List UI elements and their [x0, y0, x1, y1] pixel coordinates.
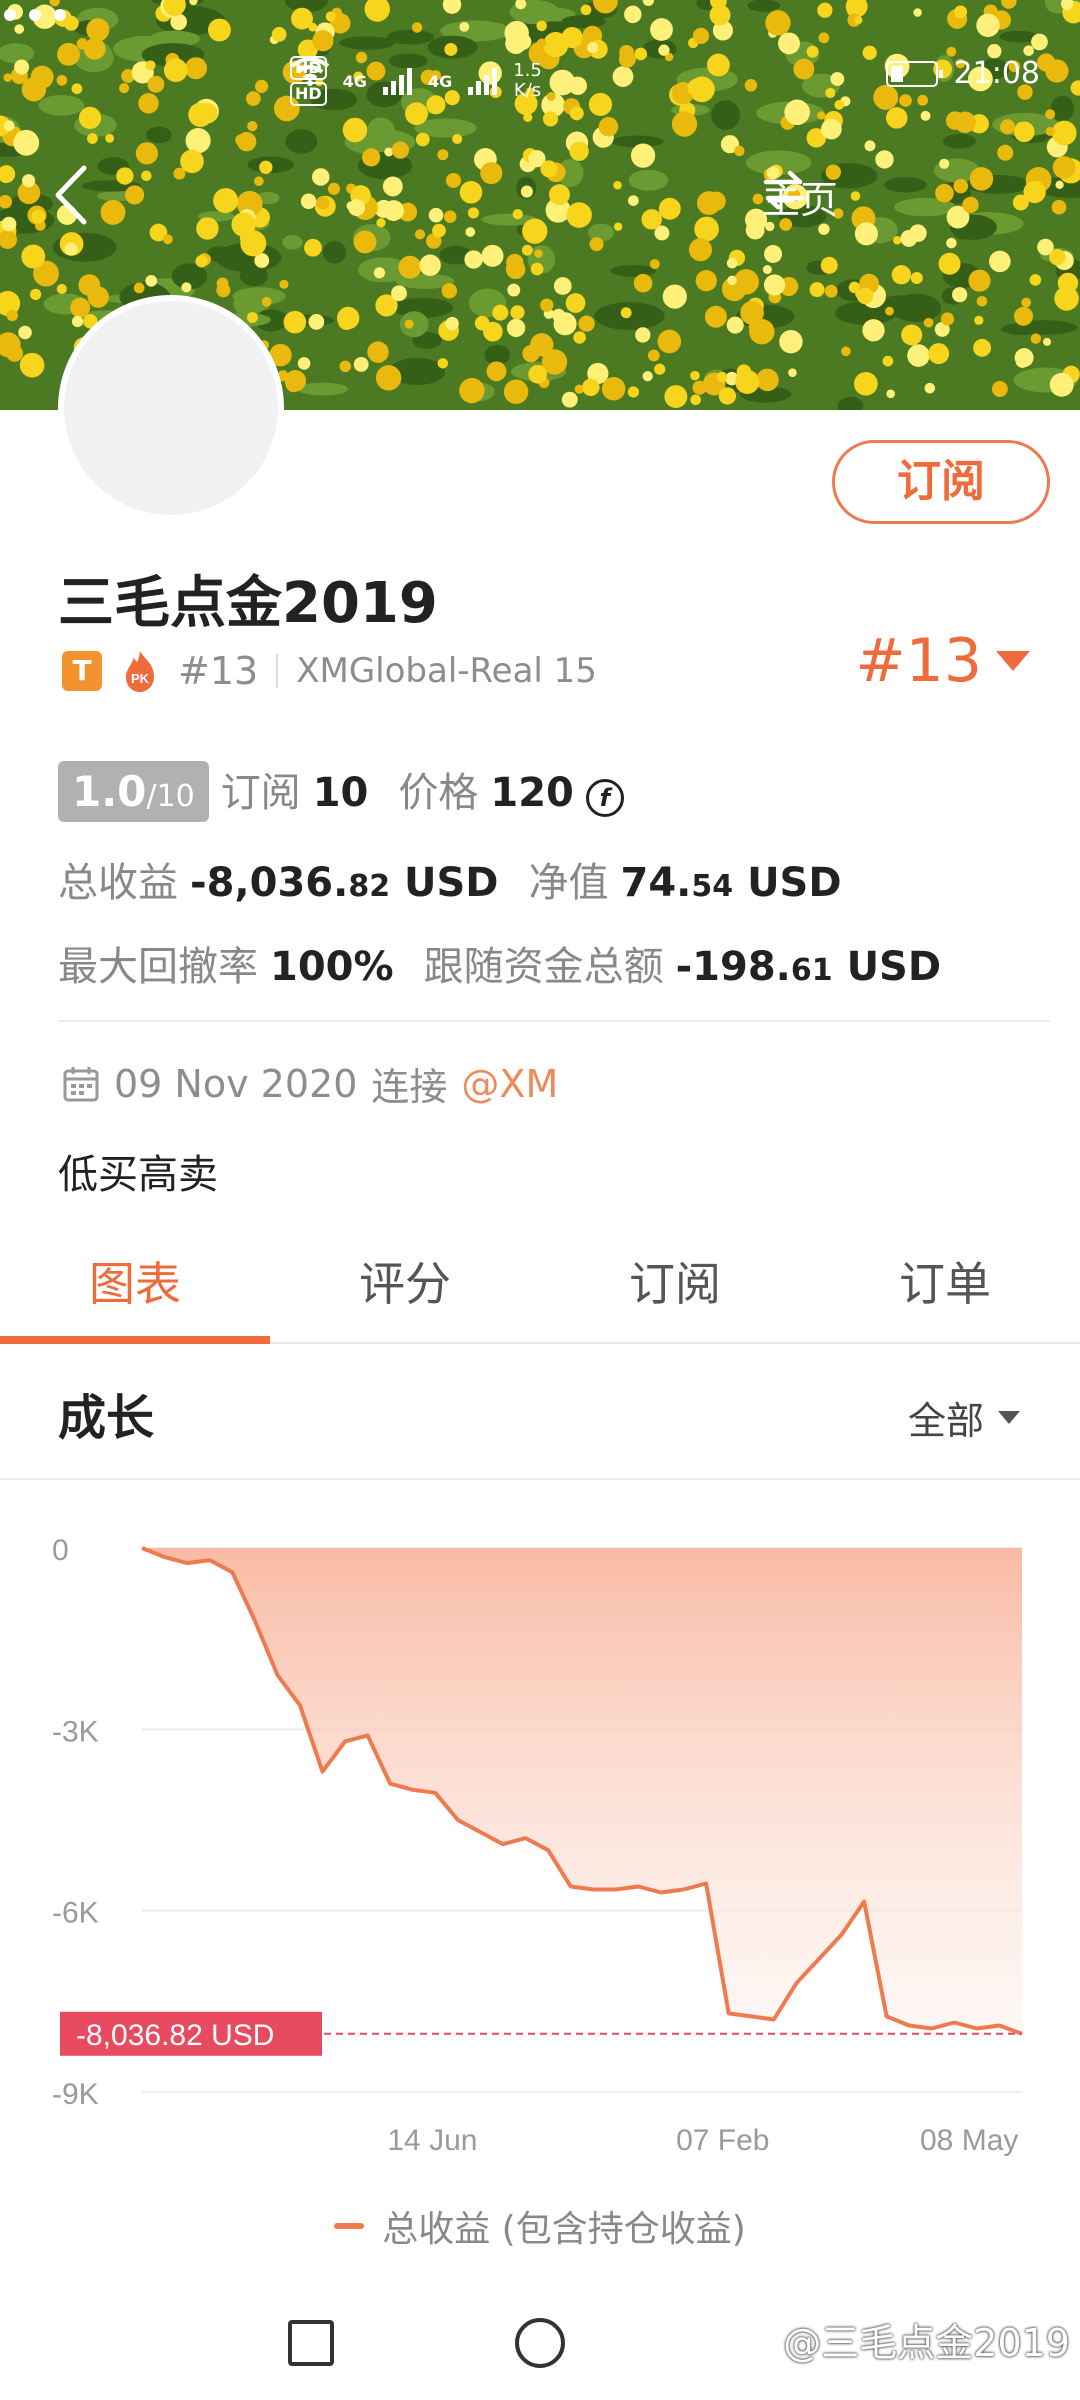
score-badge: 1.0/10	[58, 761, 209, 822]
pk-badge-text: PK	[131, 671, 150, 686]
y-tick-label: -9K	[52, 2078, 99, 2111]
speed-value: 1.5	[513, 60, 542, 81]
net-value-label: 净值	[528, 860, 609, 906]
clock: 21:08	[953, 56, 1040, 91]
y-tick-label: 0	[52, 1534, 69, 1567]
wifi-icon	[290, 57, 330, 86]
x-tick-label: 07 Feb	[676, 2124, 769, 2157]
more-icon[interactable]	[0, 0, 70, 30]
divider	[0, 1478, 1080, 1480]
growth-title: 成长	[58, 1390, 155, 1446]
subscribe-count: 10	[312, 770, 369, 816]
total-profit-value: -8,036.82 USD	[190, 860, 499, 906]
growth-chart: 0 -3K -6K -9K -8,036.82 USD 14 Jun 07 Feb 08 Ma…	[52, 1534, 1023, 2157]
net-value-dec: 54	[691, 869, 734, 904]
chart-legend: 总收益 (包含持仓收益)	[0, 2200, 1080, 2252]
status-icons: HD HD 4G 4G 1.5 K/s	[290, 56, 542, 106]
rank-small: #13	[178, 649, 259, 693]
stat-row-score: 1.0/10 订阅 10 价格 120 f	[58, 760, 624, 822]
home-button[interactable]: 主页	[762, 168, 838, 224]
stat-row-drawdown: 最大回撤率 100% 跟随资金总额 -198.61 USD	[58, 934, 941, 992]
speed-unit: K/s	[513, 80, 542, 101]
score-total: /10	[146, 779, 195, 814]
follow-funds-unit: USD	[846, 944, 942, 990]
caret-down-icon	[996, 651, 1030, 671]
signal-icon-1	[382, 67, 412, 95]
total-profit-dec: 82	[348, 869, 391, 904]
status-right: 21:08	[885, 56, 1040, 91]
connection-row: 09 Nov 2020 连接 @XM	[62, 1056, 558, 1111]
network-speed: 1.5 K/s	[513, 61, 542, 101]
follow-funds-value: -198.61 USD	[676, 944, 941, 990]
home-circle-icon[interactable]	[505, 2308, 575, 2378]
follow-funds-int: -198.	[675, 944, 791, 990]
caret-down-icon	[998, 1411, 1020, 1424]
net-value: 74.54 USD	[621, 860, 842, 906]
watermark-text: @三毛点金2019	[783, 2321, 1070, 2365]
divider	[58, 1020, 1050, 1022]
total-profit-int: -8,036.	[190, 860, 349, 906]
rank-dropdown[interactable]: #13	[855, 626, 1030, 696]
recent-apps-icon[interactable]	[276, 2308, 346, 2378]
stat-row-profit: 总收益 -8,036.82 USD 净值 74.54 USD	[58, 850, 842, 908]
x-tick-label: 08 May	[920, 2124, 1018, 2157]
tab-orders[interactable]: 订单	[810, 1236, 1080, 1342]
tier-badge-icon: T	[62, 651, 102, 691]
profile-tabs: 图表 评分 订阅 订单	[0, 1236, 1080, 1344]
price-value: 120	[490, 770, 574, 816]
net-value-unit: USD	[747, 860, 842, 906]
x-tick-label: 14 Jun	[387, 2124, 477, 2157]
legend-label: 总收益 (包含持仓收益)	[382, 2209, 746, 2250]
swap-icon	[763, 170, 805, 210]
coin-icon: f	[585, 779, 624, 817]
tab-subscriptions[interactable]: 订阅	[540, 1236, 810, 1342]
range-dropdown[interactable]: 全部	[908, 1390, 1020, 1445]
max-drawdown-label: 最大回撤率	[58, 944, 258, 990]
battery-icon	[885, 60, 943, 87]
strategy-description: 低买高卖	[58, 1152, 218, 1198]
broker-link[interactable]: @XM	[461, 1062, 558, 1106]
follow-funds-dec: 61	[790, 953, 833, 988]
back-button[interactable]	[46, 160, 96, 230]
status-bar: HD HD 4G 4G 1.5 K/s 21:08	[0, 48, 1080, 108]
signal-icon-2	[468, 67, 498, 95]
y-tick-label: -3K	[52, 1715, 99, 1748]
score-main: 1.0	[72, 767, 147, 816]
price-label: 价格	[398, 770, 479, 816]
calendar-icon	[63, 1066, 99, 1101]
trader-name: 三毛点金2019	[58, 571, 438, 636]
rank-big-label: #13	[855, 626, 982, 696]
subscribe-button[interactable]: 订阅	[832, 440, 1050, 524]
chevron-left-icon	[55, 165, 87, 225]
total-profit-label: 总收益	[58, 860, 178, 906]
connect-date: 09 Nov 2020	[114, 1061, 358, 1106]
trader-meta: T PK #13 XMGlobal-Real 15	[62, 646, 597, 696]
avatar[interactable]	[58, 295, 284, 521]
server-name: XMGlobal-Real 15	[296, 651, 597, 691]
connect-label: 连接	[371, 1065, 448, 1109]
network-gen-1: 4G	[342, 71, 367, 91]
series-area	[142, 1548, 1022, 2034]
legend-swatch	[334, 2223, 365, 2229]
network-gen-2: 4G	[427, 71, 453, 91]
tab-rating[interactable]: 评分	[270, 1236, 540, 1342]
net-value-int: 74.	[620, 860, 692, 906]
subscribe-count-label: 订阅	[220, 770, 301, 816]
total-profit-unit: USD	[404, 860, 499, 906]
max-drawdown-value: 100%	[270, 944, 394, 990]
range-value: 全部	[907, 1399, 984, 1443]
y-tick-label: -6K	[52, 1897, 99, 1930]
meta-separator	[276, 654, 279, 688]
pk-fire-icon: PK	[126, 651, 154, 692]
follow-funds-label: 跟随资金总额	[423, 944, 664, 990]
current-value-label: -8,036.82 USD	[76, 2019, 274, 2052]
tab-chart[interactable]: 图表	[0, 1236, 270, 1344]
